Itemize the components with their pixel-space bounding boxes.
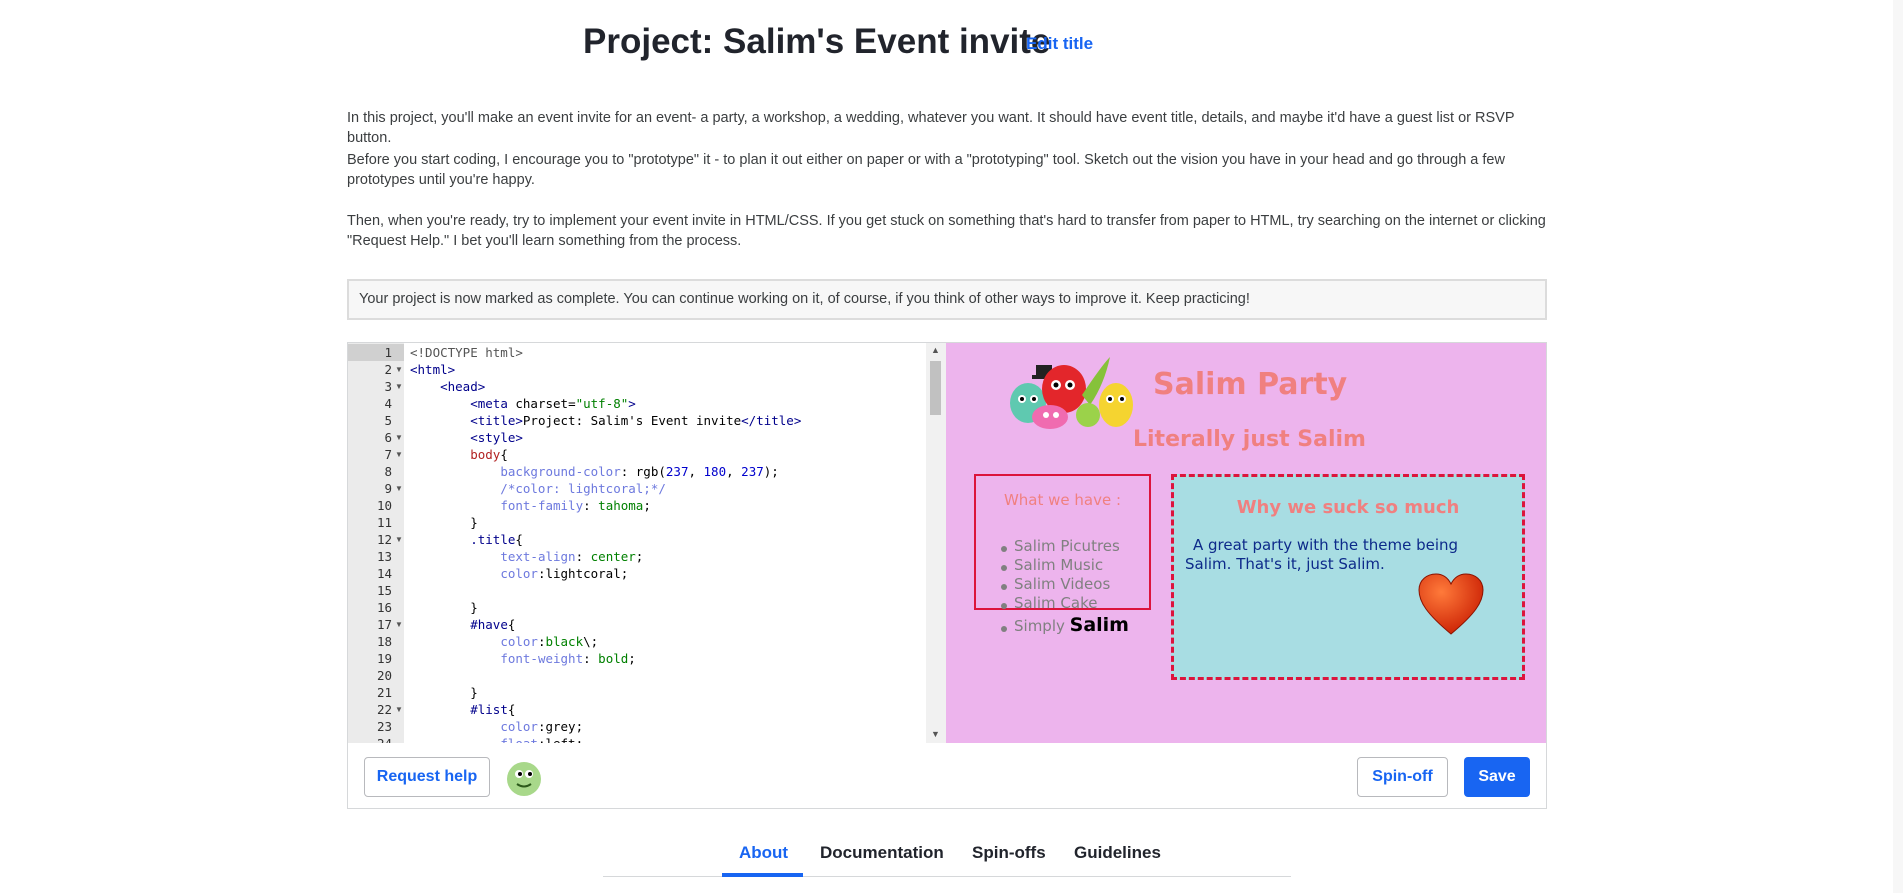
have-item-last: Simply Salim [1014, 614, 1129, 636]
line-number: 19 [376, 651, 392, 666]
code-line[interactable]: .title{ [410, 531, 523, 548]
code-line[interactable]: #list{ [410, 701, 515, 718]
code-line[interactable]: body{ [410, 446, 508, 463]
code-line[interactable]: /*color: lightcoral;*/ [410, 480, 666, 497]
line-number: 20 [376, 668, 392, 683]
heart-icon [1418, 573, 1484, 635]
what-we-have-box: What we have : Salim Picutres Salim Musi… [974, 474, 1151, 636]
line-number: 1 [348, 344, 404, 361]
fold-arrow-icon[interactable]: ▼ [395, 484, 403, 493]
code-line[interactable]: float:left; [410, 735, 583, 743]
fold-arrow-icon[interactable]: ▼ [395, 433, 403, 442]
line-number: 6 [384, 430, 392, 445]
line-number: 10 [376, 498, 392, 513]
page-scrollbar[interactable] [1893, 0, 1903, 893]
description-paragraph-3: Then, when you're ready, try to implemen… [347, 213, 1546, 249]
scrollbar-thumb[interactable] [930, 361, 941, 415]
monsters-image [1010, 357, 1133, 429]
code-line[interactable]: #have{ [410, 616, 515, 633]
line-number: 14 [376, 566, 392, 581]
output-preview: Salim Party Literally just Salim What we… [946, 343, 1546, 743]
line-number: 3 [384, 379, 392, 394]
tab-guidelines[interactable]: Guidelines [1074, 843, 1161, 863]
completion-notice: Your project is now marked as complete. … [347, 279, 1547, 320]
preview-party-subtitle: Literally just Salim [1133, 427, 1366, 452]
line-number: 2 [384, 362, 392, 377]
list-bullet [1001, 546, 1007, 552]
line-number: 4 [384, 396, 392, 411]
have-item: Salim Music [1014, 556, 1104, 574]
code-line[interactable]: <html> [410, 361, 455, 378]
fold-arrow-icon[interactable]: ▼ [395, 620, 403, 629]
active-tab-indicator [722, 873, 803, 877]
line-number: 13 [376, 549, 392, 564]
code-line[interactable]: font-weight: bold; [410, 650, 636, 667]
tab-about[interactable]: About [739, 843, 788, 863]
list-bullet [1001, 565, 1007, 571]
tab-documentation[interactable]: Documentation [820, 843, 944, 863]
code-line[interactable]: background-color: rgb(237, 180, 237); [410, 463, 779, 480]
line-number-gutter: 1 2 ▼ 3 ▼ 4 5 6 ▼ 7 ▼ 8 9 ▼ 10 11 12 ▼ 13 14 15 16 17 ▼ 18 19 20 21… [348, 343, 404, 743]
have-item: Salim Videos [1014, 575, 1111, 593]
have-item: Salim Picutres [1014, 537, 1120, 555]
code-line[interactable]: <!DOCTYPE html> [410, 344, 523, 361]
tab-spin-offs[interactable]: Spin-offs [972, 843, 1046, 863]
line-number: 23 [376, 719, 392, 734]
line-number: 12 [376, 532, 392, 547]
why-text: A great party with the theme being Salim… [1185, 536, 1459, 573]
description-paragraph-1: In this project, you'll make an event in… [347, 110, 1515, 146]
line-number: 5 [384, 413, 392, 428]
code-line[interactable]: color:lightcoral; [410, 565, 628, 582]
list-bullet [1001, 584, 1007, 590]
page-title: Project: Salim's Event invite [583, 22, 1051, 61]
code-line[interactable]: } [410, 599, 478, 616]
editor-scrollbar[interactable]: ▲ ▼ [926, 343, 946, 743]
description-paragraph-2: Before you start coding, I encourage you… [347, 152, 1505, 188]
code-line[interactable]: text-align: center; [410, 548, 643, 565]
code-line[interactable]: font-family: tahoma; [410, 497, 651, 514]
have-last-bold: Salim [1069, 614, 1129, 636]
have-item: Salim Cake [1014, 594, 1098, 612]
code-editor[interactable]: 1 2 ▼ 3 ▼ 4 5 6 ▼ 7 ▼ 8 9 ▼ 10 11 12 ▼ 13 14 15 16 17 ▼ 18 19 20 21… [348, 343, 946, 743]
avatar[interactable] [505, 759, 543, 797]
list-bullet [1001, 603, 1007, 609]
code-line[interactable]: <title>Project: Salim's Event invite</ti… [410, 412, 801, 429]
code-line[interactable]: } [410, 514, 478, 531]
fold-arrow-icon[interactable]: ▼ [395, 535, 403, 544]
code-line[interactable]: <head> [410, 378, 485, 395]
spinoff-button[interactable]: Spin-off [1357, 757, 1448, 797]
fold-arrow-icon[interactable]: ▼ [395, 365, 403, 374]
line-number: 18 [376, 634, 392, 649]
fold-arrow-icon[interactable]: ▼ [395, 705, 403, 714]
line-number: 11 [376, 515, 392, 530]
scroll-up-icon[interactable]: ▲ [931, 345, 940, 355]
why-heading: Why we suck so much [1236, 497, 1460, 518]
edit-title-link[interactable]: Edit title [1026, 34, 1093, 54]
what-we-have-heading: What we have : [1003, 491, 1122, 509]
have-last-prefix: Simply [1014, 617, 1065, 635]
scroll-down-icon[interactable]: ▼ [931, 729, 940, 739]
request-help-button[interactable]: Request help [364, 757, 490, 797]
tabs-divider [603, 876, 1291, 877]
line-number: 22 [376, 702, 392, 717]
line-number: 9 [384, 481, 392, 496]
code-line[interactable]: <meta charset="utf-8"> [410, 395, 636, 412]
list-bullet [1001, 626, 1007, 632]
line-number: 8 [384, 464, 392, 479]
fold-arrow-icon[interactable]: ▼ [395, 382, 403, 391]
code-line[interactable]: color:grey; [410, 718, 583, 735]
save-button[interactable]: Save [1464, 757, 1530, 797]
line-number: 7 [384, 447, 392, 462]
code-line[interactable]: color:black\; [410, 633, 598, 650]
code-line[interactable]: } [410, 684, 478, 701]
line-number: 21 [376, 685, 392, 700]
code-line[interactable]: <style> [410, 429, 523, 446]
line-number: 17 [376, 617, 392, 632]
preview-party-title: Salim Party [1153, 367, 1348, 402]
line-number: 16 [376, 600, 392, 615]
line-number: 15 [376, 583, 392, 598]
why-box: Why we suck so much A great party with t… [1171, 474, 1525, 680]
fold-arrow-icon[interactable]: ▼ [395, 450, 403, 459]
line-number: 24 [348, 735, 392, 743]
